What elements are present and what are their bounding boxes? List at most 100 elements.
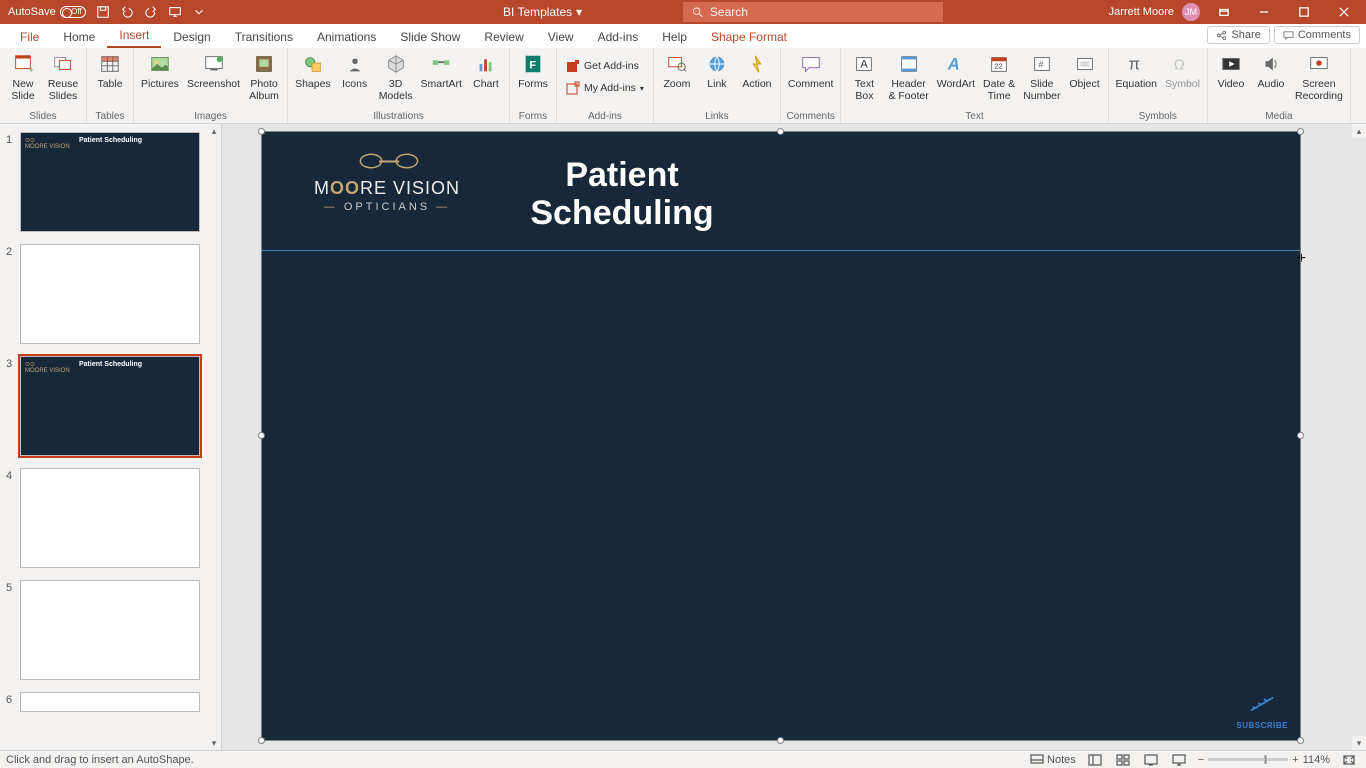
slide[interactable]: ⬭─⬭ MOORE VISION OPTICIANS PatientSchedu… [262,132,1300,740]
tab-insert[interactable]: Insert [107,24,161,48]
equation-button[interactable]: πEquation [1113,50,1160,92]
tab-shape-format[interactable]: Shape Format [699,26,799,48]
scroll-up-icon[interactable]: ▴ [207,124,221,138]
redo-icon[interactable] [144,5,158,19]
screenshot-button[interactable]: Screenshot [184,50,243,92]
svg-text:π: π [1129,56,1140,74]
ribbon-tabs: File Home Insert Design Transitions Anim… [0,24,1366,48]
comments-button[interactable]: Comments [1274,26,1360,44]
tab-animations[interactable]: Animations [305,26,388,48]
scroll-up-icon[interactable]: ▴ [1352,124,1366,138]
zoom-in-icon[interactable]: + [1292,754,1298,766]
audio-button[interactable]: Audio [1252,50,1290,92]
tab-transitions[interactable]: Transitions [223,26,305,48]
reading-view-icon[interactable] [1142,753,1160,767]
search-box[interactable] [683,2,943,22]
chart-button[interactable]: Chart [467,50,505,92]
slide-thumbnail-6[interactable] [20,692,200,712]
fit-to-window-icon[interactable] [1340,753,1358,767]
screen-recording-button[interactable]: Screen Recording [1292,50,1346,104]
slide-thumbnail-4[interactable] [20,468,200,568]
slide-thumbnail-2[interactable] [20,244,200,344]
autosave-toggle[interactable]: AutoSave Off [8,6,86,18]
forms-button[interactable]: FForms [514,50,552,92]
symbol-button[interactable]: ΩSymbol [1162,50,1203,92]
svg-text:Ω: Ω [1174,58,1185,74]
zoom-out-icon[interactable]: − [1198,754,1204,766]
tab-file[interactable]: File [8,26,51,48]
tab-design[interactable]: Design [161,26,222,48]
user-avatar[interactable]: JM [1182,3,1200,21]
brand-subtext: OPTICIANS [292,201,482,213]
group-slides: +New Slide Reuse Slides Slides [0,48,87,123]
icons-button[interactable]: Icons [336,50,374,92]
tab-help[interactable]: Help [650,26,699,48]
slide-sorter-icon[interactable] [1114,753,1132,767]
smartart-button[interactable]: SmartArt [418,50,465,92]
zoom-slider[interactable] [1208,758,1288,761]
user-name[interactable]: Jarrett Moore [1109,6,1174,18]
group-links: Zoom Link Action Links [654,48,781,123]
svg-text:22: 22 [995,62,1003,71]
notes-button[interactable]: Notes [1030,753,1076,767]
slideshow-from-start-icon[interactable] [168,5,182,19]
pictures-button[interactable]: Pictures [138,50,182,92]
tab-view[interactable]: View [536,26,586,48]
slide-canvas-area: ▴ ▾ ⬭─⬭ MOORE VISION OPTICIANS PatientSc… [222,124,1366,750]
my-addins-button[interactable]: My Add-ins▾ [561,78,649,98]
reuse-slides-button[interactable]: Reuse Slides [44,50,82,104]
get-addins-button[interactable]: Get Add-ins [561,56,649,76]
share-button[interactable]: Share [1207,26,1269,44]
action-button[interactable]: Action [738,50,776,92]
scroll-down-icon[interactable]: ▾ [207,736,221,750]
search-input[interactable] [710,5,935,19]
zoom-percent[interactable]: 114% [1303,754,1330,766]
toggle-switch-icon: Off [60,6,86,18]
slide-thumbnail-5[interactable] [20,580,200,680]
slide-thumbnails-panel: ▴ 1 ⊙⊙MOORE VISION Patient Scheduling 2 … [0,124,222,750]
video-button[interactable]: Video [1212,50,1250,92]
logo: ⬭─⬭ MOORE VISION OPTICIANS [292,150,482,213]
undo-icon[interactable] [120,5,134,19]
group-addins: Get Add-ins My Add-ins▾ Add-ins [557,48,654,123]
wordart-button[interactable]: AWordArt [934,50,978,92]
photo-album-button[interactable]: Photo Album [245,50,283,104]
title-bar: AutoSave Off BI Templates ▾ Jarrett Moor… [0,0,1366,24]
zoom-control[interactable]: − + 114% [1198,754,1330,766]
object-button[interactable]: Object [1066,50,1104,92]
ribbon: +New Slide Reuse Slides Slides Table Tab… [0,48,1366,124]
tab-slideshow[interactable]: Slide Show [388,26,472,48]
date-time-button[interactable]: 22Date & Time [980,50,1018,104]
ribbon-display-icon[interactable] [1208,2,1240,22]
slide-number-button[interactable]: #Slide Number [1020,50,1063,104]
group-forms: FForms Forms [510,48,557,123]
zoom-button[interactable]: Zoom [658,50,696,92]
comment-button[interactable]: Comment [785,50,837,92]
shapes-button[interactable]: Shapes [292,50,334,92]
slide-thumbnail-1[interactable]: ⊙⊙MOORE VISION Patient Scheduling [20,132,200,232]
new-slide-button[interactable]: +New Slide [4,50,42,104]
group-tables: Table Tables [87,48,134,123]
thumbnail-row: 2 [0,242,221,354]
qat-dropdown-icon[interactable] [192,5,206,19]
slide-thumbnail-3[interactable]: ⊙⊙MOORE VISION Patient Scheduling [20,356,200,456]
scroll-down-icon[interactable]: ▾ [1352,736,1366,750]
tab-home[interactable]: Home [51,26,107,48]
close-icon[interactable] [1328,2,1360,22]
crosshair-cursor-icon: + [1297,250,1306,268]
tab-review[interactable]: Review [472,26,535,48]
textbox-button[interactable]: AText Box [845,50,883,104]
document-title[interactable]: BI Templates ▾ [503,5,582,19]
link-button[interactable]: Link [698,50,736,92]
tab-addins[interactable]: Add-ins [586,26,651,48]
slideshow-view-icon[interactable] [1170,753,1188,767]
svg-text:A: A [947,56,960,74]
header-footer-button[interactable]: Header & Footer [885,50,931,104]
save-icon[interactable] [96,5,110,19]
3d-models-button[interactable]: 3D Models [376,50,416,104]
normal-view-icon[interactable] [1086,753,1104,767]
maximize-icon[interactable] [1288,2,1320,22]
table-button[interactable]: Table [91,50,129,92]
minimize-icon[interactable] [1248,2,1280,22]
thumbnail-row: 1 ⊙⊙MOORE VISION Patient Scheduling [0,130,221,242]
